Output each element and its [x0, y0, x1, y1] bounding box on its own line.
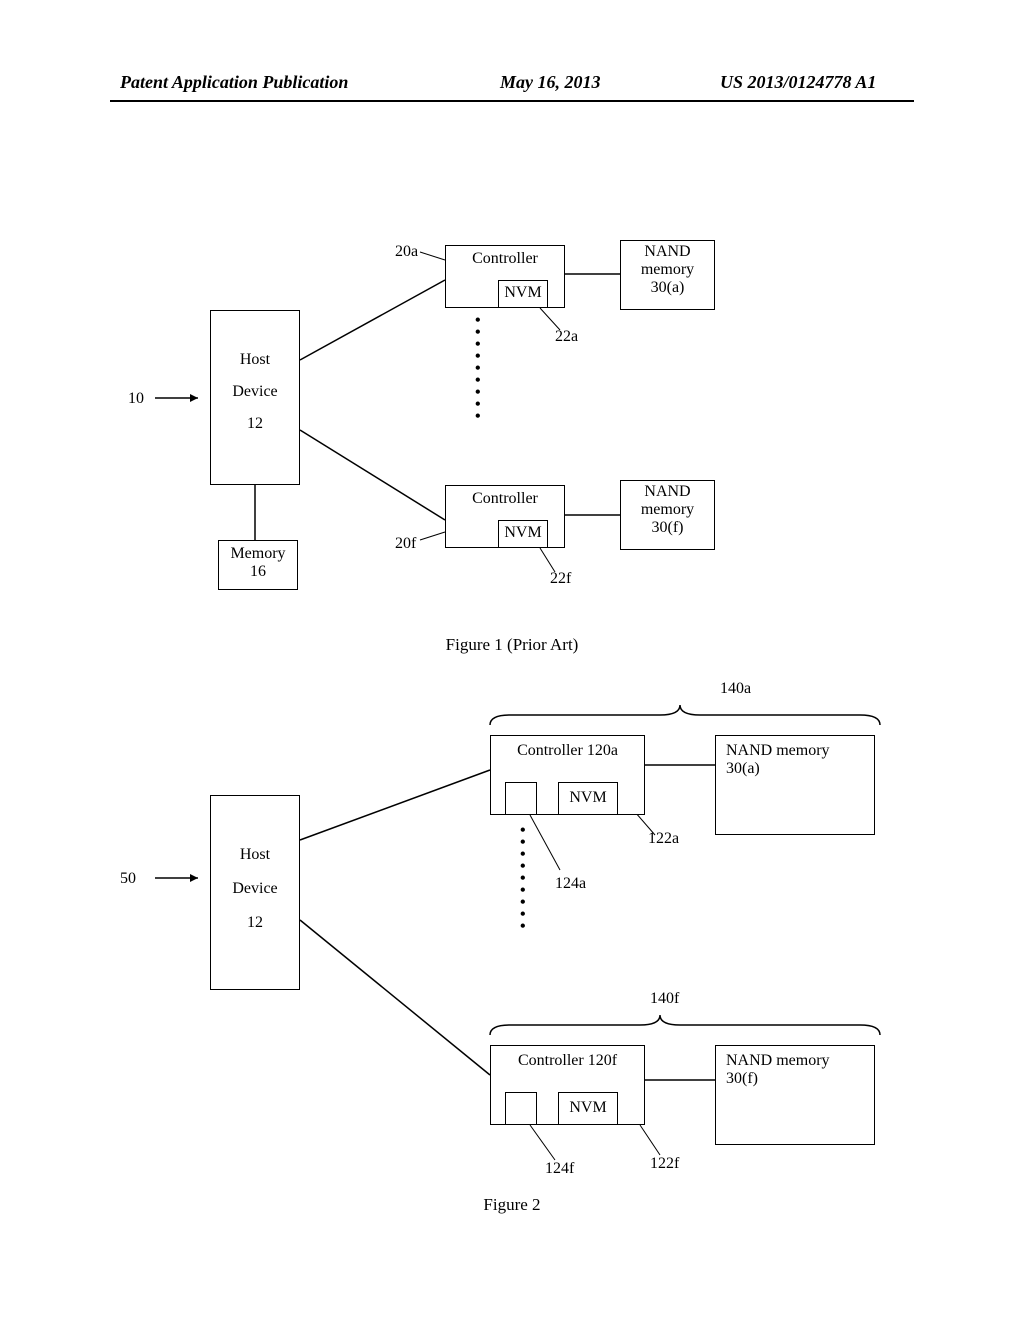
- fig2-ctrlF-title: Controller 120f: [491, 1052, 644, 1070]
- fig1-ref-22f: 22f: [550, 570, 571, 588]
- fig2-ref-50: 50: [120, 870, 136, 888]
- fig2-ref-122a: 122a: [648, 830, 679, 848]
- fig1-nand-a: NAND memory 30(a): [620, 240, 715, 310]
- fig1-ref-20f: 20f: [395, 535, 416, 553]
- fig1-nandF-t: NAND: [621, 483, 714, 501]
- fig2-nandA-t: NAND memory: [726, 742, 864, 760]
- fig2-dots: •••••••••: [520, 825, 526, 933]
- header-date: May 16, 2013: [500, 72, 601, 93]
- fig1-nvm-a: NVM: [498, 280, 548, 308]
- fig1-host-title: Host: [211, 351, 299, 369]
- fig1-mem-title: Memory: [219, 545, 297, 563]
- fig1-host-num: 12: [211, 415, 299, 433]
- figure-1: Host Device 12 Memory 16 Controller NVM …: [0, 230, 1024, 690]
- header-left: Patent Application Publication: [120, 72, 348, 93]
- fig1-ref-10: 10: [128, 390, 144, 408]
- fig1-ctrlF-title: Controller: [446, 490, 564, 508]
- fig2-ref-140f: 140f: [650, 990, 679, 1008]
- fig2-nandA-n: 30(a): [726, 760, 864, 778]
- fig2-ref-124a: 124a: [555, 875, 586, 893]
- fig1-dots: •••••••••: [475, 315, 481, 423]
- fig2-host-box: Host Device 12: [210, 795, 300, 990]
- fig2-ref-122f: 122f: [650, 1155, 679, 1173]
- fig2-nvm-f: NVM: [558, 1092, 618, 1125]
- fig2-ctrlA-title: Controller 120a: [491, 742, 644, 760]
- fig2-host-sub: Device: [211, 880, 299, 898]
- fig1-nand-f: NAND memory 30(f): [620, 480, 715, 550]
- fig2-ref-140a: 140a: [720, 680, 751, 698]
- header-rule: [110, 100, 914, 102]
- fig1-host-sub: Device: [211, 383, 299, 401]
- fig2-ref-124f: 124f: [545, 1160, 574, 1178]
- fig1-caption: Figure 1 (Prior Art): [0, 635, 1024, 655]
- fig1-ref-20a: 20a: [395, 243, 418, 261]
- fig2-nvm-a: NVM: [558, 782, 618, 815]
- fig1-host-box: Host Device 12: [210, 310, 300, 485]
- figure-2: Host Device 12 Controller 120a NVM NAND …: [0, 680, 1024, 1240]
- fig2-host-num: 12: [211, 914, 299, 932]
- fig1-nandF-s: memory: [621, 501, 714, 519]
- fig1-nandF-n: 30(f): [621, 519, 714, 537]
- fig2-nandF-t: NAND memory: [726, 1052, 864, 1070]
- fig1-nandA-s: memory: [621, 261, 714, 279]
- fig2-nand-a: NAND memory 30(a): [715, 735, 875, 835]
- fig1-ref-22a: 22a: [555, 328, 578, 346]
- fig1-ctrlA-title: Controller: [446, 250, 564, 268]
- fig2-host-title: Host: [211, 846, 299, 864]
- fig1-memory-box: Memory 16: [218, 540, 298, 590]
- header-pubnum: US 2013/0124778 A1: [720, 72, 876, 93]
- fig1-mem-num: 16: [219, 563, 297, 581]
- fig1-nandA-t: NAND: [621, 243, 714, 261]
- fig2-nand-f: NAND memory 30(f): [715, 1045, 875, 1145]
- fig2-caption: Figure 2: [0, 1195, 1024, 1215]
- fig2-nandF-n: 30(f): [726, 1070, 864, 1088]
- fig2-box-124f: [505, 1092, 537, 1125]
- fig2-box-124a: [505, 782, 537, 815]
- fig1-nvm-f: NVM: [498, 520, 548, 548]
- fig1-nandA-n: 30(a): [621, 279, 714, 297]
